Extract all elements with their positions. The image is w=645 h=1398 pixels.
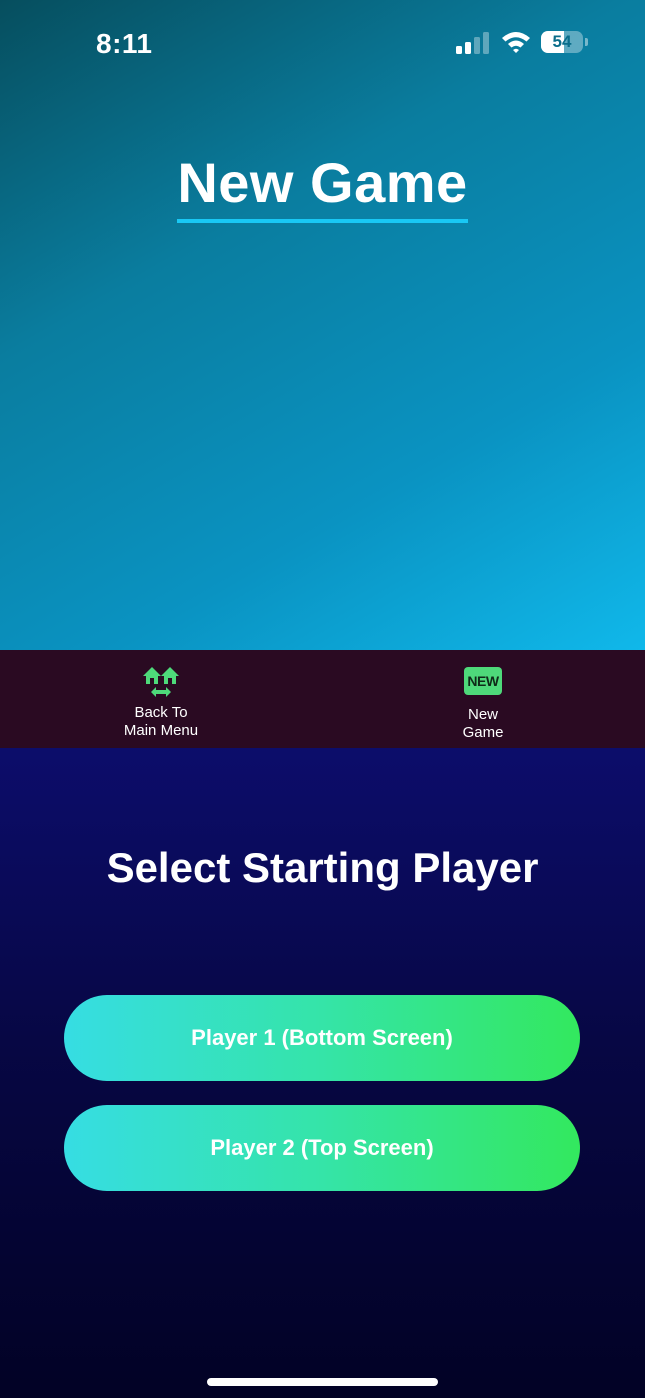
status-bar: 8:11 54 <box>0 0 645 90</box>
home-swap-icon <box>143 667 179 697</box>
cellular-signal-icon <box>456 32 489 54</box>
battery-icon: 54 <box>541 31 589 55</box>
back-to-main-menu-label: Back To Main Menu <box>123 704 199 739</box>
battery-body: 54 <box>541 31 583 53</box>
new-badge-icon: NEW <box>464 667 502 695</box>
bottom-player-panel: Select Starting Player Player 1 (Bottom … <box>0 748 645 1398</box>
status-time: 8:11 <box>96 28 153 59</box>
new-game-label: New Game <box>462 706 504 741</box>
select-starting-player-title: Select Starting Player <box>106 844 539 891</box>
battery-level: 54 <box>552 32 572 51</box>
page-title-text: New Game <box>177 150 468 223</box>
battery-cap <box>585 38 588 46</box>
top-player-panel: 8:11 54 New Game <box>0 0 645 650</box>
page-title: New Game <box>0 150 645 223</box>
player-2-button[interactable]: Player 2 (Top Screen) <box>64 1105 580 1191</box>
back-to-main-menu-button[interactable]: Back To Main Menu <box>61 664 261 740</box>
home-indicator[interactable] <box>207 1378 438 1386</box>
player-1-button[interactable]: Player 1 (Bottom Screen) <box>64 995 580 1081</box>
wifi-icon <box>502 32 530 53</box>
new-game-button[interactable]: NEW New Game <box>383 664 583 742</box>
game-toolbar: Back To Main Menu NEW New Game <box>0 650 645 748</box>
